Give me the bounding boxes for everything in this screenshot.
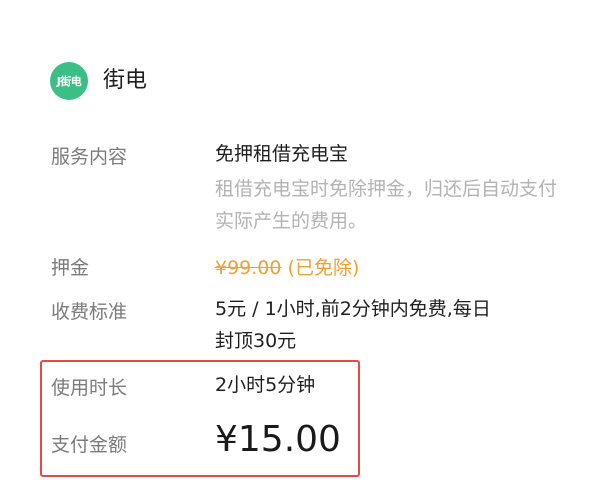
logo-text: J街电	[56, 74, 82, 88]
brand-header: J街电 街电	[50, 62, 147, 100]
deposit-value: ¥99.00 (已免除)	[215, 253, 359, 280]
payment-amount-label: 支付金额	[51, 434, 128, 456]
fee-standard-line1: 5元 / 1小时,前2分钟内免费,每日	[215, 298, 491, 320]
fee-standard-label: 收费标准	[51, 301, 128, 323]
usage-duration-value: 2小时5分钟	[215, 374, 316, 396]
payment-details-page: J街电 街电 服务内容 免押租借充电宝 租借充电宝时免除押金，归还后自动支付实际…	[0, 0, 600, 493]
service-description: 租借充电宝时免除押金，归还后自动支付实际产生的费用。	[215, 178, 558, 232]
deposit-status: (已免除)	[287, 257, 360, 279]
payment-amount-value: ¥15.00	[215, 419, 341, 460]
usage-duration-label: 使用时长	[51, 377, 128, 399]
brand-name: 街电	[103, 68, 148, 93]
deposit-price: ¥99.00	[215, 257, 282, 279]
fee-standard-line2: 封顶30元	[215, 330, 297, 352]
deposit-label: 押金	[51, 257, 90, 279]
service-label: 服务内容	[51, 146, 128, 168]
service-title: 免押租借充电宝	[215, 143, 349, 165]
jiedian-logo-icon: J街电	[50, 62, 88, 100]
